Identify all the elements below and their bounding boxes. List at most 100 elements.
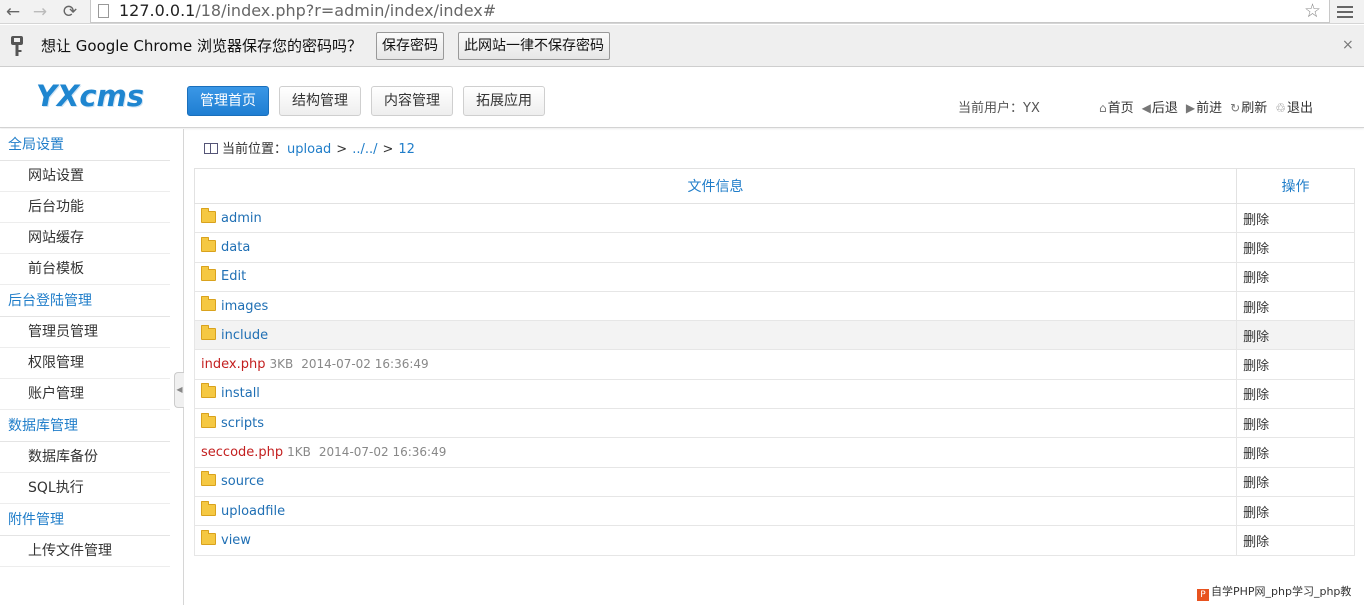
folder-link[interactable]: admin xyxy=(221,211,262,226)
delete-link[interactable]: 删除 xyxy=(1236,466,1355,497)
sidebar-group-title[interactable]: 全局设置 xyxy=(0,129,170,161)
header-link[interactable]: ▶前进 xyxy=(1186,97,1222,116)
column-header-action: 操作 xyxy=(1236,168,1355,204)
table-row: scripts 删除 xyxy=(193,408,1355,439)
back-arrow-icon[interactable]: ← xyxy=(2,1,24,23)
table-row: install 删除 xyxy=(193,378,1355,410)
sidebar-item[interactable]: 网站设置 xyxy=(0,161,170,192)
sidebar-group-title[interactable]: 附件管理 xyxy=(0,504,170,536)
sidebar-item[interactable]: 后台功能 xyxy=(0,192,170,223)
folder-link[interactable]: Edit xyxy=(221,269,246,284)
folder-link[interactable]: include xyxy=(221,328,268,343)
file-info-cell: index.php 3KB 2014-07-02 16:36:49 xyxy=(193,349,1238,380)
key-icon xyxy=(11,36,23,56)
sidebar-item[interactable]: SQL执行 xyxy=(0,473,170,504)
sidebar-item[interactable]: 权限管理 xyxy=(0,348,170,379)
never-save-password-button[interactable]: 此网站一律不保存密码 xyxy=(458,32,610,60)
home-icon: ⌂ xyxy=(1099,101,1107,115)
header-link[interactable]: ◀后退 xyxy=(1142,97,1178,116)
save-password-button[interactable]: 保存密码 xyxy=(376,32,444,60)
top-nav-button[interactable]: 管理首页 xyxy=(187,86,269,116)
folder-link[interactable]: view xyxy=(221,533,251,548)
breadcrumb-link[interactable]: 12 xyxy=(398,142,415,157)
watermark: P 自学PHP网_php学习_php教 xyxy=(1197,583,1357,601)
header-link[interactable]: ♲退出 xyxy=(1275,97,1313,116)
table-row: view 删除 xyxy=(193,525,1355,556)
bookmark-star-icon[interactable]: ☆ xyxy=(1304,0,1321,22)
sidebar-collapse-icon[interactable]: ◀ xyxy=(174,372,184,408)
top-nav-button[interactable]: 内容管理 xyxy=(371,86,453,116)
reload-icon[interactable]: ⟳ xyxy=(59,1,81,23)
header-link[interactable]: ↻刷新 xyxy=(1230,97,1267,116)
folder-link[interactable]: install xyxy=(221,386,260,401)
file-info-cell: data xyxy=(193,232,1238,263)
file-info-cell: uploadfile xyxy=(193,495,1238,527)
sidebar-item[interactable]: 网站缓存 xyxy=(0,223,170,254)
file-info-cell: Edit xyxy=(193,261,1238,292)
folder-link[interactable]: source xyxy=(221,474,264,489)
breadcrumb: 当前位置：upload > ../../>12 xyxy=(204,141,415,159)
delete-link[interactable]: 删除 xyxy=(1236,261,1355,292)
delete-link[interactable]: 删除 xyxy=(1236,320,1355,351)
folder-icon xyxy=(201,295,216,311)
sidebar-item[interactable]: 账户管理 xyxy=(0,379,170,410)
sidebar-item[interactable]: 前台模板 xyxy=(0,254,170,285)
sidebar-item[interactable]: 上传文件管理 xyxy=(0,536,170,567)
sidebar-group-title[interactable]: 后台登陆管理 xyxy=(0,285,170,317)
file-info-cell: view xyxy=(193,525,1238,556)
delete-link[interactable]: 删除 xyxy=(1236,290,1355,322)
delete-link[interactable]: 删除 xyxy=(1236,349,1355,380)
sidebar: 全局设置 网站设置 后台功能 网站缓存 前台模板 后台登陆管理 管理员管理 权限管理 账户管理数… xyxy=(0,129,184,605)
delete-link[interactable]: 删除 xyxy=(1236,202,1355,234)
delete-link[interactable]: 删除 xyxy=(1236,525,1355,556)
save-password-infobar: 想让 Google Chrome 浏览器保存您的密码吗？ 保存密码 此网站一律不… xyxy=(0,25,1364,67)
file-link[interactable]: seccode.php xyxy=(201,445,283,460)
delete-link[interactable]: 删除 xyxy=(1236,232,1355,263)
logo: YXcms xyxy=(36,79,145,113)
file-info-cell: source xyxy=(193,466,1238,497)
breadcrumb-link[interactable]: upload xyxy=(287,142,331,157)
sidebar-group-title[interactable]: 数据库管理 xyxy=(0,410,170,442)
sidebar-item[interactable]: 管理员管理 xyxy=(0,317,170,348)
browser-menu-icon[interactable] xyxy=(1336,3,1354,21)
folder-icon xyxy=(201,324,216,340)
table-row: Edit 删除 xyxy=(193,261,1355,292)
file-info-cell: include xyxy=(193,320,1238,351)
file-link[interactable]: index.php xyxy=(201,357,265,372)
address-bar[interactable]: 127.0.0.1/18/index.php?r=admin/index/ind… xyxy=(90,0,1330,23)
folder-icon xyxy=(201,471,216,487)
delete-link[interactable]: 删除 xyxy=(1236,495,1355,527)
breadcrumb-link[interactable]: ../../ xyxy=(352,142,377,157)
table-row: images 删除 xyxy=(193,290,1355,322)
table-row: index.php 3KB 2014-07-02 16:36:49 删除 xyxy=(193,349,1355,380)
back-arrow-icon: ◀ xyxy=(1141,101,1151,115)
table-row: source 删除 xyxy=(193,466,1355,497)
folder-link[interactable]: scripts xyxy=(221,416,264,431)
top-nav-button[interactable]: 结构管理 xyxy=(279,86,361,116)
delete-link[interactable]: 删除 xyxy=(1236,437,1355,468)
folder-link[interactable]: images xyxy=(221,299,268,314)
header-links: ⌂首页 ◀后退 ▶前进 ↻刷新 ♲退出 xyxy=(1099,97,1321,116)
table-row: include 删除 xyxy=(193,320,1355,351)
top-nav-button[interactable]: 拓展应用 xyxy=(463,86,545,116)
file-info-cell: images xyxy=(193,290,1238,322)
delete-link[interactable]: 删除 xyxy=(1236,408,1355,439)
sidebar-item[interactable]: 数据库备份 xyxy=(0,442,170,473)
logo-icon: P xyxy=(1197,589,1209,601)
delete-link[interactable]: 删除 xyxy=(1236,378,1355,410)
table-row: data 删除 xyxy=(193,232,1355,263)
url-text[interactable]: 127.0.0.1/18/index.php?r=admin/index/ind… xyxy=(119,0,496,22)
refresh-icon: ↻ xyxy=(1230,101,1241,115)
forward-arrow-icon: ▶ xyxy=(1185,101,1196,115)
folder-icon xyxy=(201,207,216,223)
breadcrumb-separator: > xyxy=(382,142,394,157)
folder-link[interactable]: data xyxy=(221,240,250,255)
file-date: 2014-07-02 16:36:49 xyxy=(318,445,447,460)
folder-icon xyxy=(201,500,216,516)
current-user: 当前用户：YX xyxy=(958,101,1040,116)
header-link[interactable]: ⌂首页 xyxy=(1099,97,1134,116)
close-icon[interactable]: × xyxy=(1342,37,1354,53)
file-info-cell: seccode.php 1KB 2014-07-02 16:36:49 xyxy=(193,437,1238,468)
folder-link[interactable]: uploadfile xyxy=(221,504,285,519)
forward-arrow-icon[interactable]: → xyxy=(29,1,51,23)
